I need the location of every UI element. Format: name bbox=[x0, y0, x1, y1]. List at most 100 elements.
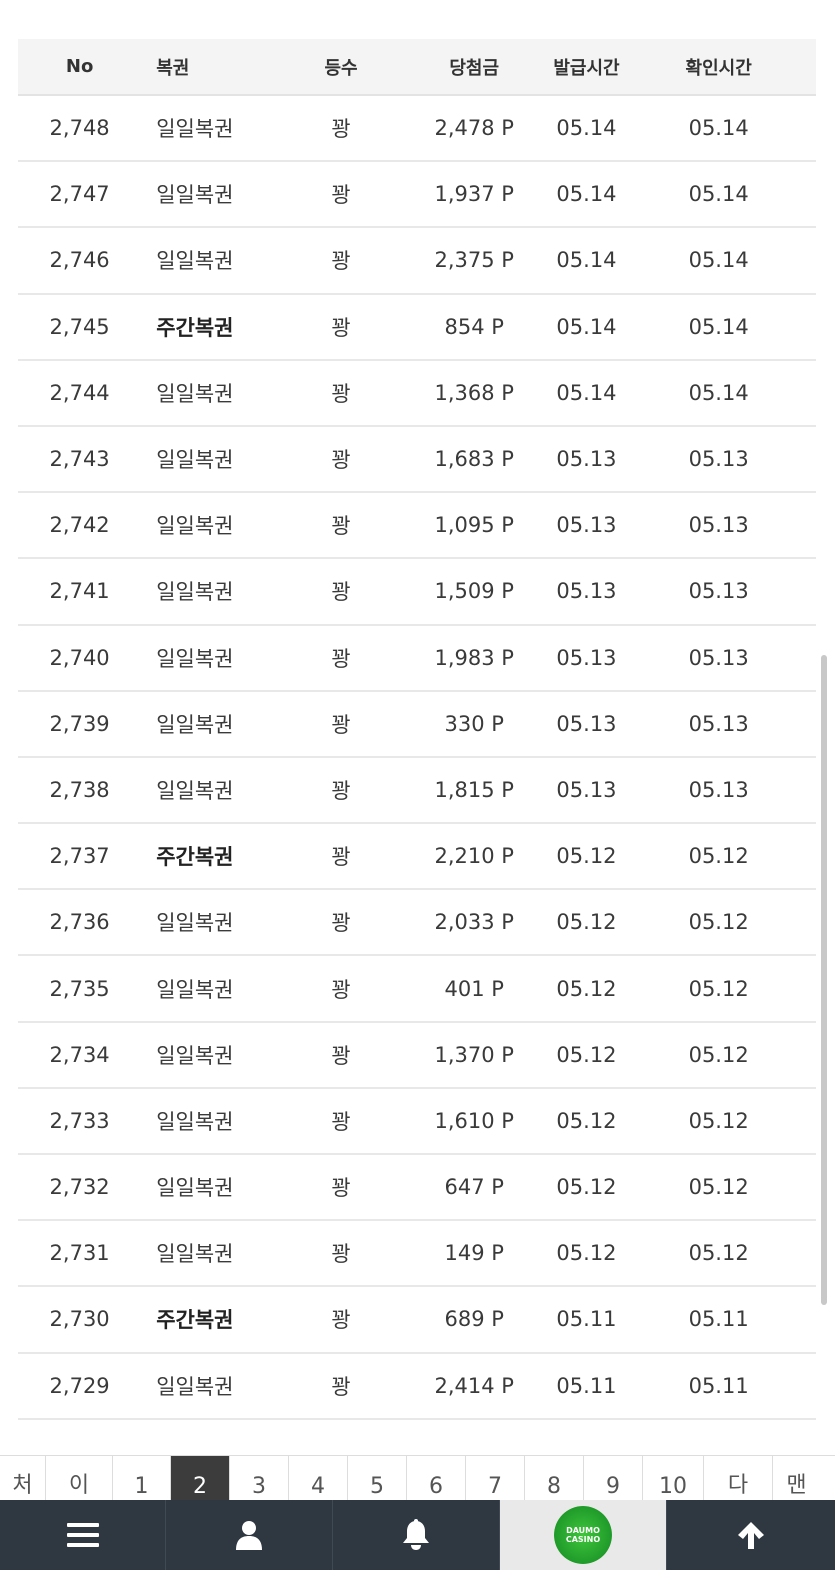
row-prize: 1,509 P bbox=[434, 579, 514, 604]
menu-icon bbox=[66, 1523, 99, 1547]
row-type: 일일복권 bbox=[156, 712, 234, 737]
header-no: No bbox=[65, 56, 94, 77]
table-row: 2,745 주간복권 꽝 854 P 05.14 05.14 bbox=[18, 295, 816, 361]
row-checked: 05.14 bbox=[688, 248, 749, 273]
row-issued: 05.12 bbox=[556, 910, 617, 935]
row-type: 일일복권 bbox=[156, 1374, 234, 1399]
notification-button[interactable] bbox=[333, 1500, 500, 1570]
table-row: 2,740 일일복권 꽝 1,983 P 05.13 05.13 bbox=[18, 626, 816, 692]
row-type: 일일복권 bbox=[156, 778, 234, 803]
row-rank: 꽝 bbox=[331, 1308, 351, 1333]
row-prize: 1,368 P bbox=[434, 380, 514, 405]
row-issued: 05.12 bbox=[556, 1175, 617, 1200]
row-no: 2,739 bbox=[49, 711, 110, 736]
row-issued: 05.13 bbox=[556, 645, 617, 670]
table-row: 2,730 주간복권 꽝 689 P 05.11 05.11 bbox=[18, 1287, 816, 1354]
table-header: No 복권 등수 당첨금 발급시간 확인시간 bbox=[18, 39, 816, 96]
table-row: 2,735 일일복권 꽝 401 P 05.12 05.12 bbox=[18, 956, 816, 1023]
header-checked: 확인시간 bbox=[685, 57, 752, 79]
row-checked: 05.12 bbox=[688, 910, 749, 935]
row-type: 일일복권 bbox=[156, 117, 234, 142]
scrollbar[interactable] bbox=[821, 655, 827, 1305]
row-rank: 꽝 bbox=[331, 514, 351, 539]
row-rank: 꽝 bbox=[331, 448, 351, 473]
row-issued: 05.13 bbox=[556, 711, 617, 736]
table-row: 2,732 일일복권 꽝 647 P 05.12 05.12 bbox=[18, 1155, 816, 1222]
user-button[interactable] bbox=[166, 1500, 333, 1570]
menu-button[interactable] bbox=[0, 1500, 166, 1570]
row-checked: 05.14 bbox=[688, 380, 749, 405]
row-checked: 05.12 bbox=[688, 976, 749, 1001]
row-issued: 05.14 bbox=[556, 116, 617, 141]
row-rank: 꽝 bbox=[331, 845, 351, 870]
table-row: 2,731 일일복권 꽝 149 P 05.12 05.12 bbox=[18, 1221, 816, 1288]
row-type: 주간복권 bbox=[156, 315, 234, 340]
row-type: 일일복권 bbox=[156, 381, 234, 406]
page-2-button[interactable]: 2 bbox=[171, 1456, 230, 1501]
row-prize: 854 P bbox=[444, 314, 504, 339]
row-rank: 꽝 bbox=[331, 381, 351, 406]
table-row: 2,733 일일복권 꽝 1,610 P 05.12 05.12 bbox=[18, 1089, 816, 1155]
row-checked: 05.13 bbox=[688, 447, 749, 472]
lottery-history-table: No 복권 등수 당첨금 발급시간 확인시간 2,748 일일복권 꽝 2,478 P… bbox=[18, 39, 816, 1420]
row-type: 주간복권 bbox=[156, 1308, 234, 1333]
page-6-button[interactable]: 6 bbox=[407, 1456, 466, 1501]
row-issued: 05.14 bbox=[556, 248, 617, 273]
row-prize: 689 P bbox=[444, 1307, 504, 1332]
row-prize: 1,095 P bbox=[434, 513, 514, 538]
row-type: 일일복권 bbox=[156, 1242, 234, 1267]
table-row: 2,747 일일복권 꽝 1,937 P 05.14 05.14 bbox=[18, 162, 816, 229]
page-7-button[interactable]: 7 bbox=[466, 1456, 525, 1501]
table-row: 2,742 일일복권 꽝 1,095 P 05.13 05.13 bbox=[18, 493, 816, 560]
row-no: 2,744 bbox=[49, 380, 110, 405]
row-prize: 1,683 P bbox=[434, 447, 514, 472]
row-checked: 05.13 bbox=[688, 579, 749, 604]
page-next-button[interactable]: 다 bbox=[704, 1456, 773, 1501]
row-rank: 꽝 bbox=[331, 117, 351, 142]
row-type: 일일복권 bbox=[156, 183, 234, 208]
home-logo-button[interactable]: DAUMO CASINO bbox=[500, 1500, 667, 1570]
pagination: 처 이 1 2 3 4 5 6 7 8 9 10 다 맨 bbox=[0, 1455, 835, 1501]
row-prize: 401 P bbox=[444, 976, 504, 1001]
page-1-button[interactable]: 1 bbox=[113, 1456, 171, 1501]
row-rank: 꽝 bbox=[331, 249, 351, 274]
row-issued: 05.11 bbox=[556, 1373, 617, 1398]
row-issued: 05.13 bbox=[556, 579, 617, 604]
row-no: 2,742 bbox=[49, 513, 110, 538]
page-4-button[interactable]: 4 bbox=[289, 1456, 348, 1501]
page-3-button[interactable]: 3 bbox=[230, 1456, 289, 1501]
row-prize: 2,478 P bbox=[434, 116, 514, 141]
page-first-button[interactable]: 처 bbox=[0, 1456, 46, 1501]
scroll-top-button[interactable] bbox=[667, 1500, 835, 1570]
row-no: 2,738 bbox=[49, 777, 110, 802]
row-type: 일일복권 bbox=[156, 1176, 234, 1201]
row-rank: 꽝 bbox=[331, 315, 351, 340]
row-checked: 05.12 bbox=[688, 1108, 749, 1133]
page-10-button[interactable]: 10 bbox=[643, 1456, 704, 1501]
row-type: 일일복권 bbox=[156, 646, 234, 671]
row-type: 일일복권 bbox=[156, 249, 234, 274]
row-no: 2,747 bbox=[49, 182, 110, 207]
row-prize: 1,983 P bbox=[434, 645, 514, 670]
page-numbers: 1 2 3 4 5 6 7 8 9 10 bbox=[113, 1456, 704, 1501]
page-last-button[interactable]: 맨 bbox=[773, 1456, 820, 1501]
table-row: 2,737 주간복권 꽝 2,210 P 05.12 05.12 bbox=[18, 824, 816, 891]
row-no: 2,745 bbox=[49, 314, 110, 339]
row-rank: 꽝 bbox=[331, 1176, 351, 1201]
table-row: 2,734 일일복권 꽝 1,370 P 05.12 05.12 bbox=[18, 1023, 816, 1089]
row-rank: 꽝 bbox=[331, 911, 351, 936]
row-no: 2,735 bbox=[49, 976, 110, 1001]
page-prev-button[interactable]: 이 bbox=[46, 1456, 113, 1501]
row-type: 일일복권 bbox=[156, 977, 234, 1002]
header-issued: 발급시간 bbox=[553, 57, 620, 79]
row-rank: 꽝 bbox=[331, 580, 351, 605]
row-prize: 2,033 P bbox=[434, 910, 514, 935]
row-issued: 05.14 bbox=[556, 314, 617, 339]
page-8-button[interactable]: 8 bbox=[525, 1456, 584, 1501]
bell-icon bbox=[403, 1519, 429, 1550]
row-no: 2,729 bbox=[49, 1373, 110, 1398]
row-no: 2,731 bbox=[49, 1241, 110, 1266]
table-row: 2,739 일일복권 꽝 330 P 05.13 05.13 bbox=[18, 692, 816, 758]
page-9-button[interactable]: 9 bbox=[584, 1456, 643, 1501]
page-5-button[interactable]: 5 bbox=[348, 1456, 407, 1501]
